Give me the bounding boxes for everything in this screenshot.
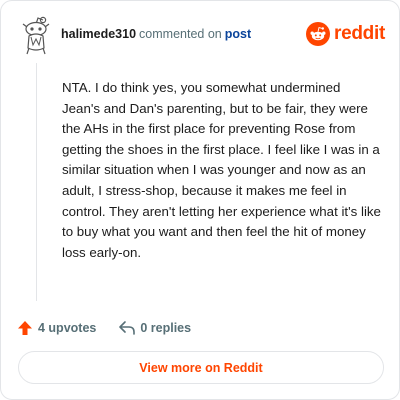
reddit-logo-icon [306,22,331,46]
comment-meta: halimede310 commented on post [61,27,251,41]
reply-count: 0 replies [140,321,192,335]
action-text: commented on [139,27,222,41]
comment-body: NTA. I do think yes, you somewhat underm… [62,80,381,260]
reddit-wordmark: reddit [334,23,385,44]
username-link[interactable]: halimede310 [61,27,136,41]
reddit-brand[interactable]: reddit [306,21,385,47]
post-link[interactable]: post [225,27,251,41]
upvote-count: 4 upvotes [38,321,97,335]
upvote-arrow-icon[interactable] [17,320,33,336]
view-more-button[interactable]: View more on Reddit [18,351,384,384]
snoo-avatar-icon[interactable] [19,15,53,55]
reply-arrow-icon[interactable] [118,320,136,336]
thread-line [36,63,37,301]
comment-actions: 4 upvotes 0 replies [17,319,191,337]
comment-header: halimede310 commented on post reddit [17,15,385,55]
comment-embed-card: halimede310 commented on post reddit NTA. … [0,0,400,400]
